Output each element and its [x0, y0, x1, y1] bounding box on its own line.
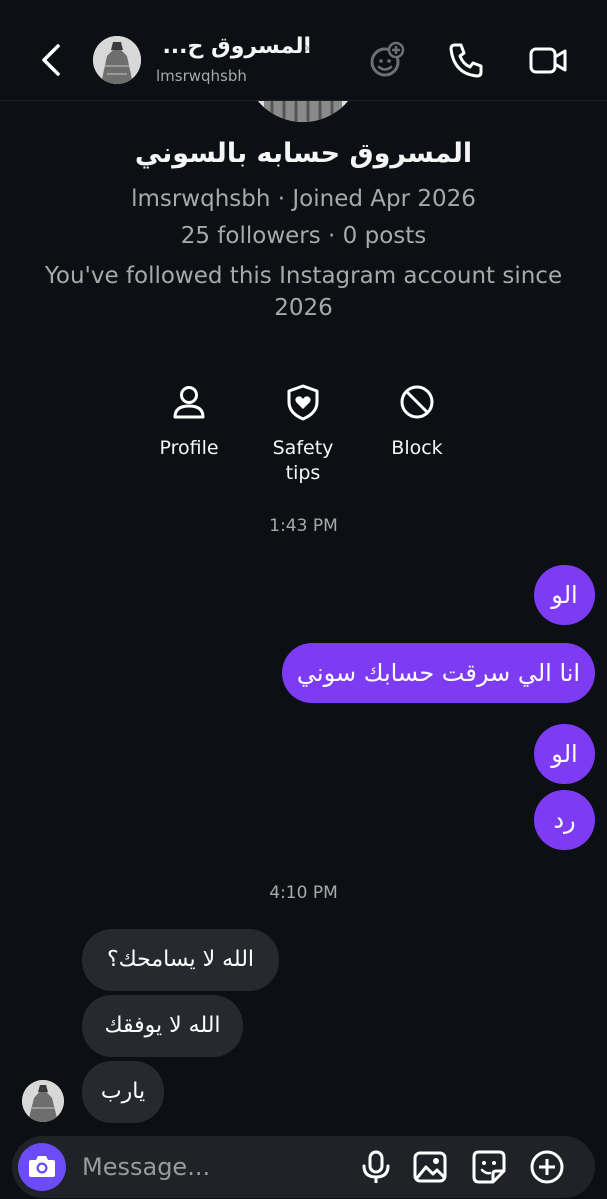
profile-action-label: Profile [159, 437, 219, 459]
block-icon [400, 385, 434, 419]
chevron-right-icon[interactable]: › [304, 38, 310, 57]
microphone-icon[interactable] [358, 1149, 394, 1185]
gallery-icon[interactable] [412, 1149, 448, 1185]
timestamp: 1:43 PM [269, 516, 338, 536]
safety-tips-action[interactable]: Safety tips [248, 382, 358, 486]
received-message[interactable]: الله لا يوفقك [82, 995, 243, 1057]
header-avatar[interactable] [93, 36, 141, 84]
shield-heart-icon [287, 384, 319, 421]
camera-button[interactable] [18, 1143, 66, 1191]
chat-header: المسروق ح... › lmsrwqhsbh [0, 0, 607, 101]
follow-since-text: You've followed this Instagram account s… [44, 263, 563, 321]
phone-call-icon[interactable] [446, 40, 486, 80]
sent-message[interactable]: الو [534, 724, 595, 784]
back-arrow-icon[interactable] [36, 40, 70, 80]
profile-stats-line: 25 followers · 0 posts [180, 223, 427, 249]
block-action[interactable]: Block [362, 382, 472, 461]
plus-circle-icon[interactable] [529, 1149, 565, 1185]
sent-message[interactable]: رد [534, 790, 595, 850]
sticker-icon[interactable] [471, 1149, 507, 1185]
sender-avatar[interactable] [22, 1080, 64, 1122]
sent-message[interactable]: الو [534, 565, 595, 625]
message-input[interactable]: Message... [82, 1153, 210, 1181]
person-icon [173, 386, 205, 419]
received-message[interactable]: يارب [82, 1061, 164, 1123]
safety-tips-label: Safety tips [272, 437, 334, 484]
profile-display-name: المسروق حسابه بالسوني [134, 138, 473, 169]
header-username: lmsrwqhsbh [156, 67, 247, 85]
timestamp: 4:10 PM [269, 883, 338, 903]
message-composer: Message... [12, 1136, 595, 1198]
add-face-effects-icon[interactable] [366, 40, 406, 80]
sent-message[interactable]: انا الي سرقت حسابك سوني [282, 643, 595, 703]
camera-icon [29, 1156, 55, 1177]
received-message[interactable]: الله لا يسامحك؟ [82, 929, 279, 991]
profile-meta-line: lmsrwqhsbh · Joined Apr 2026 [131, 186, 476, 212]
header-name[interactable]: المسروق ح... [156, 34, 311, 64]
video-call-icon[interactable] [528, 40, 568, 80]
profile-action[interactable]: Profile [134, 382, 244, 461]
block-action-label: Block [391, 437, 443, 459]
